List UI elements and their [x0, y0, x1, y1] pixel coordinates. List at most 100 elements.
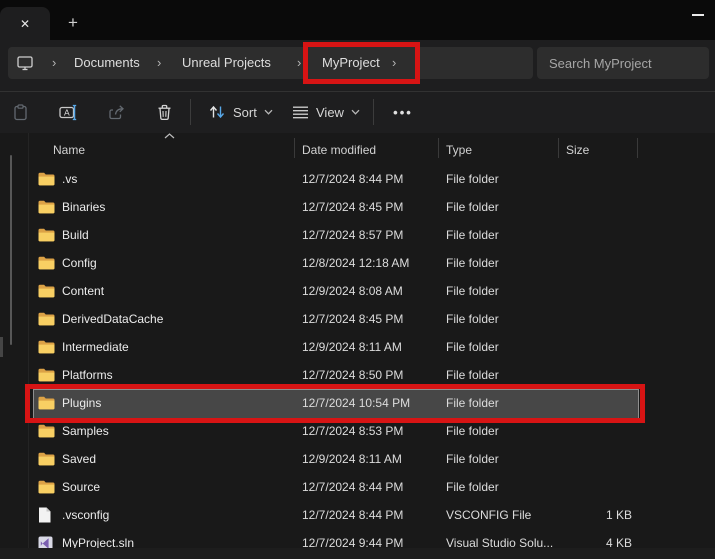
- sort-ascending-icon: [164, 133, 175, 139]
- file-date-modified: 12/7/2024 8:50 PM: [302, 361, 436, 389]
- view-button[interactable]: View: [284, 96, 368, 128]
- tab-close-icon[interactable]: ✕: [20, 18, 30, 30]
- delete-button[interactable]: [146, 96, 182, 128]
- file-row-platforms[interactable]: Platforms 12/7/2024 8:50 PM File folder: [0, 361, 715, 389]
- file-size: [558, 277, 632, 305]
- file-date-modified: 12/7/2024 8:57 PM: [302, 221, 436, 249]
- file-type: File folder: [446, 445, 556, 473]
- file-date-modified: 12/8/2024 12:18 AM: [302, 249, 436, 277]
- column-header-name[interactable]: Name: [53, 141, 85, 159]
- folder-icon: [38, 339, 56, 355]
- file-type: File folder: [446, 193, 556, 221]
- share-icon: [108, 104, 125, 121]
- rename-button[interactable]: A: [50, 96, 86, 128]
- file-row-plugins[interactable]: Plugins12/7/2024 10:54 PMFile folder: [0, 389, 715, 417]
- file-name: .vsconfig: [62, 501, 290, 529]
- folder-icon: [38, 367, 56, 383]
- file-row-vs[interactable]: .vs12/7/2024 8:44 PMFile folder: [0, 165, 715, 193]
- this-pc-icon[interactable]: [16, 47, 34, 79]
- toolbar-separator: [190, 99, 191, 125]
- file-name: MyProject.sln: [62, 529, 290, 548]
- file-date-modified: 12/7/2024 8:53 PM: [302, 417, 436, 445]
- ellipsis-icon: •••: [393, 105, 413, 120]
- more-options-button[interactable]: •••: [381, 96, 425, 128]
- breadcrumb-chevron-icon[interactable]: ›: [157, 47, 161, 79]
- file-name: Config: [62, 249, 290, 277]
- file-size: 1 KB: [558, 501, 632, 529]
- file-size: [558, 249, 632, 277]
- folder-icon: [38, 395, 56, 411]
- file-row-build[interactable]: Build12/7/2024 8:57 PMFile folder: [0, 221, 715, 249]
- file-type: File folder: [446, 333, 556, 361]
- file-size: [558, 445, 632, 473]
- file-row-content[interactable]: Content12/9/2024 8:08 AMFile folder: [0, 277, 715, 305]
- breadcrumb-item-unreal-projects[interactable]: Unreal Projects: [182, 47, 271, 79]
- file-name: Platforms: [62, 361, 290, 389]
- file-name: Plugins: [62, 389, 290, 417]
- sort-arrows-icon: [208, 104, 226, 120]
- folder-icon: [38, 171, 56, 187]
- file-name: Samples: [62, 417, 290, 445]
- minimize-icon: [692, 14, 704, 16]
- breadcrumb-chevron-icon[interactable]: ›: [297, 47, 301, 79]
- file-row-samples[interactable]: Samples12/7/2024 8:53 PMFile folder: [0, 417, 715, 445]
- column-header-type[interactable]: Type: [446, 141, 472, 159]
- breadcrumb-chevron-icon[interactable]: ›: [392, 47, 396, 79]
- file-date-modified: 12/7/2024 8:44 PM: [302, 501, 436, 529]
- breadcrumb-item-documents[interactable]: Documents: [74, 47, 140, 79]
- file-name: Content: [62, 277, 290, 305]
- file-type: File folder: [446, 361, 556, 389]
- sort-label: Sort: [233, 105, 257, 120]
- breadcrumb-item-myproject[interactable]: MyProject: [322, 47, 380, 79]
- view-list-icon: [292, 105, 309, 120]
- file-size: [558, 305, 632, 333]
- file-row-vsconfig[interactable]: .vsconfig 12/7/2024 8:44 PM VSCONFIG File1…: [0, 501, 715, 529]
- file-size: [558, 165, 632, 193]
- folder-icon: [38, 255, 56, 271]
- file-type: VSCONFIG File: [446, 501, 556, 529]
- file-size: 4 KB: [558, 529, 632, 548]
- file-type: File folder: [446, 277, 556, 305]
- toolbar-separator: [373, 99, 374, 125]
- file-row-saved[interactable]: Saved12/9/2024 8:11 AMFile folder: [0, 445, 715, 473]
- file-date-modified: 12/9/2024 8:11 AM: [302, 333, 436, 361]
- file-name: Build: [62, 221, 290, 249]
- file-type: File folder: [446, 305, 556, 333]
- file-size: [558, 361, 632, 389]
- file-row-intermediate[interactable]: Intermediate 12/9/2024 8:11 AM File folder: [0, 333, 715, 361]
- folder-icon: [38, 479, 56, 495]
- file-row-deriveddatacache[interactable]: DerivedDataCache12/7/2024 8:45 PMFile fo…: [0, 305, 715, 333]
- new-tab-button[interactable]: +: [60, 10, 86, 36]
- column-header-date-modified[interactable]: Date modified: [302, 141, 376, 159]
- file-row-config[interactable]: Config 12/8/2024 12:18 AM File folder: [0, 249, 715, 277]
- folder-icon: [38, 423, 56, 439]
- window-chrome: › Documents › Unreal Projects › MyProjec…: [0, 40, 715, 133]
- file-size: [558, 417, 632, 445]
- search-input[interactable]: [537, 47, 709, 79]
- share-button[interactable]: [98, 96, 134, 128]
- column-header-size[interactable]: Size: [566, 141, 589, 159]
- file-size: [558, 473, 632, 501]
- minimize-button[interactable]: [681, 0, 715, 30]
- file-name: Intermediate: [62, 333, 290, 361]
- command-toolbar: A Sort View •••: [0, 92, 715, 133]
- sort-button[interactable]: Sort: [200, 96, 281, 128]
- file-name: DerivedDataCache: [62, 305, 290, 333]
- column-divider[interactable]: [558, 138, 559, 158]
- folder-icon: [38, 451, 56, 467]
- file-type: File folder: [446, 249, 556, 277]
- file-size: [558, 221, 632, 249]
- breadcrumb-chevron-icon[interactable]: ›: [52, 47, 56, 79]
- file-date-modified: 12/7/2024 8:45 PM: [302, 193, 436, 221]
- column-divider[interactable]: [294, 138, 295, 158]
- file-row-myproject-sln[interactable]: MyProject.sln12/7/2024 9:44 PMVisual Stu…: [0, 529, 715, 548]
- file-date-modified: 12/7/2024 10:54 PM: [302, 389, 436, 417]
- file-row-source[interactable]: Source12/7/2024 8:44 PMFile folder: [0, 473, 715, 501]
- address-bar[interactable]: › Documents › Unreal Projects › MyProjec…: [8, 47, 533, 79]
- explorer-tab[interactable]: ✕: [0, 7, 50, 40]
- file-row-binaries[interactable]: Binaries12/7/2024 8:45 PMFile folder: [0, 193, 715, 221]
- column-divider[interactable]: [637, 138, 638, 158]
- clipboard-icon: [12, 104, 29, 121]
- paste-button[interactable]: [2, 96, 38, 128]
- column-divider[interactable]: [438, 138, 439, 158]
